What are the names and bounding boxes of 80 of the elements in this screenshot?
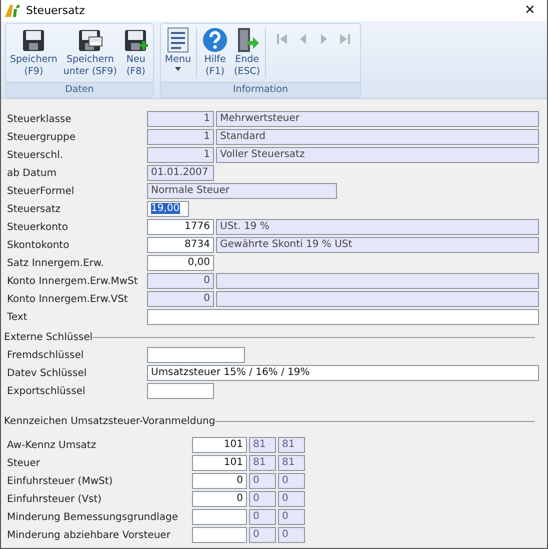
input-field[interactable]: 0 — [249, 491, 276, 507]
field-label: Steuerklasse — [7, 114, 72, 124]
field-label: Steuer — [7, 458, 42, 468]
input-field[interactable]: 101 — [192, 455, 247, 471]
input-field[interactable]: Voller Steuersatz — [216, 147, 539, 163]
field-label: Steuerkonto — [7, 222, 69, 232]
input-field[interactable]: 1776 — [147, 219, 214, 235]
field-label: Fremdschlüssel — [7, 350, 85, 360]
help-icon — [202, 27, 228, 53]
group-label: Information — [160, 82, 360, 97]
ribbon-button[interactable]: Speichern unter (SF9) — [61, 26, 119, 79]
input-field[interactable]: USt. 19 % — [216, 219, 539, 235]
input-field[interactable]: 0 — [192, 491, 247, 507]
ribbon-button[interactable]: Speichern (F9) — [8, 26, 60, 79]
field-label: Konto Innergem.Erw.MwSt — [7, 276, 139, 286]
input-field[interactable]: 0 — [249, 509, 276, 525]
field-label: Skontokonto — [7, 240, 70, 250]
input-field[interactable]: Mehrwertsteuer — [216, 111, 539, 127]
input-field[interactable]: 101 — [192, 437, 247, 453]
field-label: Minderung Bemessungsgrundlage — [7, 512, 180, 522]
field-label: SteuerFormel — [7, 186, 76, 196]
field-label: Datev Schlüssel — [7, 368, 88, 378]
field-label: Minderung abziehbare Vorsteuer — [7, 530, 172, 540]
window-title: Steuersatz — [26, 4, 86, 17]
field-label: Aw-Kennz Umsatz — [7, 440, 98, 450]
input-field[interactable]: Standard — [216, 129, 539, 145]
input-field[interactable]: 0 — [278, 527, 305, 543]
group-label: Daten — [6, 82, 153, 97]
field-label: Einfuhrsteuer (MwSt) — [7, 476, 114, 486]
ribbon-button[interactable]: Ende (ESC) — [232, 26, 262, 79]
input-field[interactable]: 0 — [278, 509, 305, 525]
input-field[interactable]: 1 — [147, 111, 214, 127]
field-label: Einfuhrsteuer (Vst) — [7, 494, 103, 504]
input-field[interactable]: 1 — [147, 129, 214, 145]
input-field[interactable] — [147, 383, 214, 399]
input-field[interactable]: Umsatzsteuer 15% / 16% / 19% — [147, 365, 539, 381]
input-field[interactable]: 0 — [147, 273, 214, 289]
field-label: Steuergruppe — [7, 132, 76, 142]
field-label: Text — [7, 312, 28, 322]
door-exit-icon — [235, 27, 260, 53]
input-field[interactable]: 0 — [147, 291, 214, 307]
input-field[interactable]: 0,00 — [147, 255, 214, 271]
field-label: Steuerschl. — [7, 150, 64, 160]
input-field[interactable]: 81 — [278, 455, 305, 471]
input-field[interactable]: 0 — [278, 473, 305, 489]
input-field[interactable]: 0 — [278, 491, 305, 507]
field-label: Steuersatz — [7, 204, 62, 214]
input-field[interactable] — [192, 527, 247, 543]
input-field[interactable]: 81 — [249, 437, 276, 453]
input-field[interactable]: 81 — [278, 437, 305, 453]
input-field[interactable] — [216, 273, 539, 289]
input-field[interactable] — [147, 347, 245, 363]
floppy-plus-icon — [122, 27, 149, 53]
input-field[interactable]: 19,00 — [147, 201, 189, 217]
close-button[interactable]: ✕ — [513, 0, 547, 21]
list-document-icon — [166, 27, 189, 53]
input-field[interactable]: Gewährte Skonti 19 % USt — [216, 237, 539, 253]
field-label: ab Datum — [7, 168, 58, 178]
field-label: Konto Innergem.Erw.VSt — [7, 294, 129, 304]
ribbon-button[interactable]: Hilfe (F1) — [200, 26, 230, 79]
field-label: Satz Innergem.Erw. — [7, 258, 105, 268]
input-field[interactable]: 81 — [249, 455, 276, 471]
input-field[interactable]: 01.01.2007 — [147, 165, 214, 181]
input-field[interactable]: Normale Steuer — [147, 183, 337, 199]
input-field[interactable]: 1 — [147, 147, 214, 163]
app-logo-icon — [5, 4, 21, 16]
input-field[interactable] — [192, 509, 247, 525]
caret-icon — [174, 67, 181, 71]
field-label: Exportschlüssel — [7, 386, 86, 396]
input-field[interactable] — [147, 309, 539, 325]
section-title: Kennzeichen Umsatzsteuer-Voranmeldung — [4, 416, 216, 426]
floppies-icon — [77, 27, 104, 53]
input-field[interactable]: 8734 — [147, 237, 214, 253]
ribbon-button[interactable]: Menu — [162, 26, 193, 72]
input-field[interactable] — [216, 291, 539, 307]
section-title: Externe Schlüssel — [4, 332, 93, 342]
ribbon-button[interactable]: Neu (F8) — [120, 26, 151, 79]
input-field[interactable]: 0 — [192, 473, 247, 489]
input-field[interactable]: 0 — [249, 527, 276, 543]
input-field[interactable]: 0 — [249, 473, 276, 489]
